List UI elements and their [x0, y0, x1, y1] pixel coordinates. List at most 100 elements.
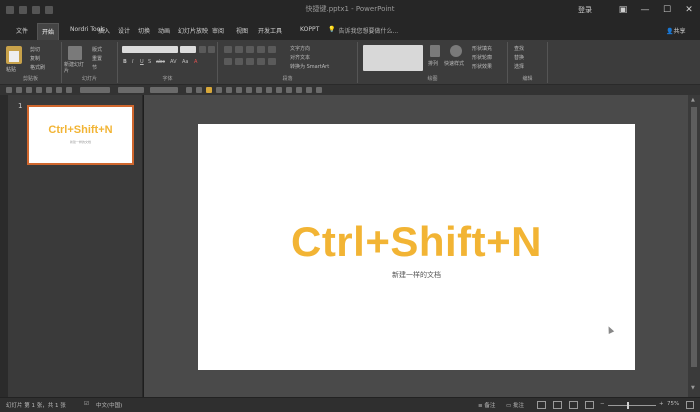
comments-button[interactable]: ▭ 批注	[506, 401, 524, 409]
spellcheck-icon[interactable]: ☑	[84, 401, 89, 407]
toolbar-icon-13[interactable]	[246, 87, 252, 93]
toolbar-icon-4[interactable]	[36, 87, 42, 93]
tab-design[interactable]: 设计	[118, 26, 130, 35]
replace-button[interactable]: 替换	[514, 54, 524, 61]
tab-file[interactable]: 文件	[16, 26, 28, 35]
scroll-down-icon[interactable]: ▼	[691, 385, 695, 391]
notes-button[interactable]: ≡ 备注	[478, 401, 495, 409]
tab-view[interactable]: 视图	[236, 26, 248, 35]
zoom-slider[interactable]	[608, 405, 656, 406]
quick-styles-icon[interactable]	[450, 45, 462, 57]
layout-button[interactable]: 版式	[92, 46, 102, 53]
reading-view-icon[interactable]	[569, 401, 578, 409]
zoom-level[interactable]: 75%	[667, 401, 679, 407]
tell-me-box[interactable]: 💡 告诉我您想要做什么...	[328, 26, 398, 35]
toolbar-icon-10[interactable]	[216, 87, 222, 93]
paste-icon[interactable]	[6, 46, 22, 64]
align-right-icon[interactable]	[246, 58, 254, 65]
shape-outline-button[interactable]: 形状轮廓	[472, 54, 492, 61]
bullets-icon[interactable]	[224, 46, 232, 53]
highlight-icon[interactable]	[206, 87, 212, 93]
toolbar-icon-9[interactable]	[196, 87, 202, 93]
toolbar-icon-19[interactable]	[306, 87, 312, 93]
toolbar-icon-20[interactable]	[316, 87, 322, 93]
toolbar-icon-12[interactable]	[236, 87, 242, 93]
tab-slideshow[interactable]: 幻灯片放映	[178, 26, 208, 35]
toolbar-icon-7[interactable]	[66, 87, 72, 93]
close-button[interactable]: ✕	[678, 5, 700, 15]
toolbar-icon-18[interactable]	[296, 87, 302, 93]
toolbar-icon-6[interactable]	[56, 87, 62, 93]
align-left-icon[interactable]	[224, 58, 232, 65]
share-button[interactable]: 👤共享	[666, 26, 686, 35]
tab-developer[interactable]: 开发工具	[258, 26, 282, 35]
smartart-button[interactable]: 转换为 SmartArt	[290, 63, 329, 70]
paste-label[interactable]: 粘贴	[6, 66, 16, 73]
find-button[interactable]: 查找	[514, 45, 524, 52]
scroll-up-icon[interactable]: ▲	[691, 97, 695, 103]
shape-fill-button[interactable]: 形状填充	[472, 45, 492, 52]
toolbar-dropdown-2[interactable]	[118, 87, 144, 93]
align-text-button[interactable]: 对齐文本	[290, 54, 310, 61]
strikethrough-button[interactable]: abc	[156, 59, 165, 65]
tab-review[interactable]: 审阅	[212, 26, 224, 35]
line-spacing-icon[interactable]	[268, 46, 276, 53]
scrollbar-thumb[interactable]	[691, 107, 697, 367]
normal-view-icon[interactable]	[537, 401, 546, 409]
increase-indent-icon[interactable]	[257, 46, 265, 53]
decrease-indent-icon[interactable]	[246, 46, 254, 53]
grow-font-icon[interactable]	[199, 46, 206, 53]
bold-button[interactable]: B	[123, 59, 127, 65]
toolbar-icon-11[interactable]	[226, 87, 232, 93]
language-indicator[interactable]: 中文(中国)	[96, 401, 122, 409]
toolbar-icon-15[interactable]	[266, 87, 272, 93]
underline-button[interactable]: U	[140, 59, 144, 65]
justify-icon[interactable]	[257, 58, 265, 65]
toolbar-dropdown-1[interactable]	[80, 87, 110, 93]
vertical-scrollbar[interactable]: ▲ ▼	[688, 95, 700, 397]
tab-transitions[interactable]: 切换	[138, 26, 150, 35]
login-link[interactable]: 登录	[578, 5, 592, 15]
toolbar-icon-2[interactable]	[16, 87, 22, 93]
font-color-button[interactable]: A	[194, 59, 197, 65]
minimize-button[interactable]: —	[634, 5, 656, 15]
select-button[interactable]: 选择	[514, 63, 524, 70]
zoom-in-icon[interactable]: +	[659, 401, 664, 407]
shrink-font-icon[interactable]	[208, 46, 215, 53]
fit-slide-icon[interactable]	[686, 401, 694, 409]
change-case-button[interactable]: Aa	[182, 59, 188, 65]
shape-effects-button[interactable]: 形状效果	[472, 63, 492, 70]
quick-styles-button[interactable]: 快速样式	[444, 60, 464, 67]
copy-button[interactable]: 复制	[30, 55, 40, 62]
format-painter-button[interactable]: 格式刷	[30, 64, 45, 71]
shapes-gallery[interactable]	[363, 45, 423, 71]
reset-button[interactable]: 重置	[92, 55, 102, 62]
tab-insert[interactable]: 插入	[98, 26, 110, 35]
font-name-box[interactable]	[122, 46, 178, 53]
tab-animations[interactable]: 动画	[158, 26, 170, 35]
arrange-icon[interactable]	[430, 45, 440, 57]
spacing-button[interactable]: AV	[170, 59, 177, 65]
slide-title[interactable]: Ctrl+Shift+N	[198, 218, 635, 266]
cut-button[interactable]: 剪切	[30, 46, 40, 53]
toolbar-icon-16[interactable]	[276, 87, 282, 93]
section-button[interactable]: 节	[92, 64, 97, 71]
toolbar-icon-14[interactable]	[256, 87, 262, 93]
slide-sorter-icon[interactable]	[553, 401, 562, 409]
align-center-icon[interactable]	[235, 58, 243, 65]
toolbar-icon-17[interactable]	[286, 87, 292, 93]
toolbar-icon-1[interactable]	[6, 87, 12, 93]
maximize-button[interactable]: ☐	[656, 5, 678, 15]
numbering-icon[interactable]	[235, 46, 243, 53]
toolbar-icon-8[interactable]	[186, 87, 192, 93]
zoom-out-icon[interactable]: −	[600, 401, 605, 407]
zoom-slider-knob[interactable]	[627, 402, 629, 409]
new-slide-icon[interactable]	[68, 46, 82, 60]
slide-canvas[interactable]: Ctrl+Shift+N 新建一样的文档	[198, 124, 635, 370]
ribbon-display-icon[interactable]: ▣	[612, 5, 634, 15]
toolbar-dropdown-3[interactable]	[150, 87, 178, 93]
arrange-button[interactable]: 排列	[428, 60, 438, 67]
tab-koppt[interactable]: KOPPT	[300, 26, 319, 33]
text-direction-button[interactable]: 文字方向	[290, 45, 310, 52]
shadow-button[interactable]: S	[148, 59, 151, 65]
